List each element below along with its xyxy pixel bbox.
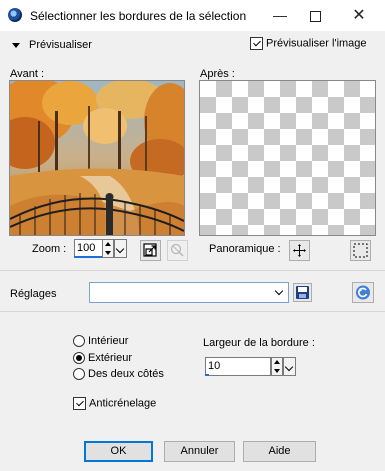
help-button[interactable]: Aide bbox=[243, 441, 316, 462]
border-width-label: Largeur de la bordure : bbox=[203, 337, 315, 349]
radio-both-sides[interactable]: Des deux côtés bbox=[73, 368, 164, 381]
antialias-checkbox[interactable]: Anticrénelage bbox=[73, 397, 156, 410]
magnifier-disabled-icon bbox=[170, 243, 184, 257]
radio-exterior[interactable]: Extérieur bbox=[73, 352, 133, 365]
app-icon bbox=[8, 8, 22, 22]
zoom-dropdown-button[interactable] bbox=[114, 239, 127, 258]
border-width-dropdown-button[interactable] bbox=[283, 357, 296, 376]
reset-arrow-icon bbox=[356, 285, 370, 300]
after-label: Après : bbox=[200, 68, 235, 80]
selection-preview-button[interactable] bbox=[350, 240, 371, 261]
pan-label: Panoramique : bbox=[209, 243, 281, 255]
ok-button[interactable]: OK bbox=[84, 441, 153, 462]
zoom-spinner[interactable] bbox=[102, 239, 114, 258]
radio-button[interactable] bbox=[73, 335, 85, 348]
border-width-slider-indicator bbox=[205, 374, 209, 376]
zoom-to-selection-button[interactable] bbox=[167, 240, 188, 261]
cancel-button[interactable]: Annuler bbox=[164, 441, 235, 462]
preview-collapse-toggle[interactable]: Prévisualiser bbox=[12, 39, 92, 51]
before-label: Avant : bbox=[10, 68, 45, 80]
window-title: Sélectionner les bordures de la sélectio… bbox=[30, 9, 247, 23]
preview-toggle-label: Prévisualiser bbox=[29, 39, 92, 51]
zoom-label: Zoom : bbox=[32, 243, 67, 255]
marquee-selection-icon bbox=[353, 243, 368, 258]
minimize-button[interactable]: — bbox=[263, 0, 297, 31]
zoom-actual-size-button[interactable] bbox=[140, 240, 161, 261]
pan-button[interactable] bbox=[289, 240, 310, 261]
separator bbox=[0, 311, 385, 312]
before-preview[interactable] bbox=[9, 80, 185, 236]
preview-image-checkbox[interactable]: Prévisualiser l'image bbox=[250, 37, 367, 50]
checkbox-box[interactable] bbox=[250, 37, 263, 50]
radio-exterior-label: Extérieur bbox=[88, 352, 133, 365]
floppy-disk-icon bbox=[296, 286, 309, 299]
zoom-to-fit-icon bbox=[143, 243, 157, 257]
preview-image-label: Prévisualiser l'image bbox=[266, 37, 367, 50]
presets-label: Réglages bbox=[10, 288, 57, 300]
move-arrows-icon bbox=[293, 244, 306, 257]
radio-button[interactable] bbox=[73, 352, 85, 365]
presets-dropdown-button[interactable] bbox=[271, 283, 288, 302]
antialias-label: Anticrénelage bbox=[89, 397, 157, 410]
after-preview[interactable] bbox=[199, 80, 376, 236]
checkbox-box[interactable] bbox=[73, 397, 86, 410]
separator bbox=[0, 270, 385, 271]
radio-interior[interactable]: Intérieur bbox=[73, 335, 129, 348]
title-bar: Sélectionner les bordures de la sélectio… bbox=[0, 0, 385, 31]
border-width-spinner[interactable] bbox=[271, 357, 283, 376]
triangle-down-icon bbox=[12, 42, 20, 48]
radio-both-sides-label: Des deux côtés bbox=[88, 368, 164, 381]
save-preset-button[interactable] bbox=[293, 283, 312, 302]
maximize-button[interactable] bbox=[298, 0, 332, 31]
radio-button[interactable] bbox=[73, 368, 85, 381]
zoom-slider-indicator bbox=[74, 256, 103, 258]
presets-combobox[interactable] bbox=[89, 282, 289, 303]
border-width-input[interactable]: 10 bbox=[205, 357, 271, 376]
close-button[interactable]: ✕ bbox=[342, 0, 376, 31]
reset-defaults-button[interactable] bbox=[352, 282, 374, 303]
autumn-park-image bbox=[10, 81, 184, 235]
radio-interior-label: Intérieur bbox=[88, 335, 129, 348]
maximize-icon bbox=[309, 10, 321, 22]
